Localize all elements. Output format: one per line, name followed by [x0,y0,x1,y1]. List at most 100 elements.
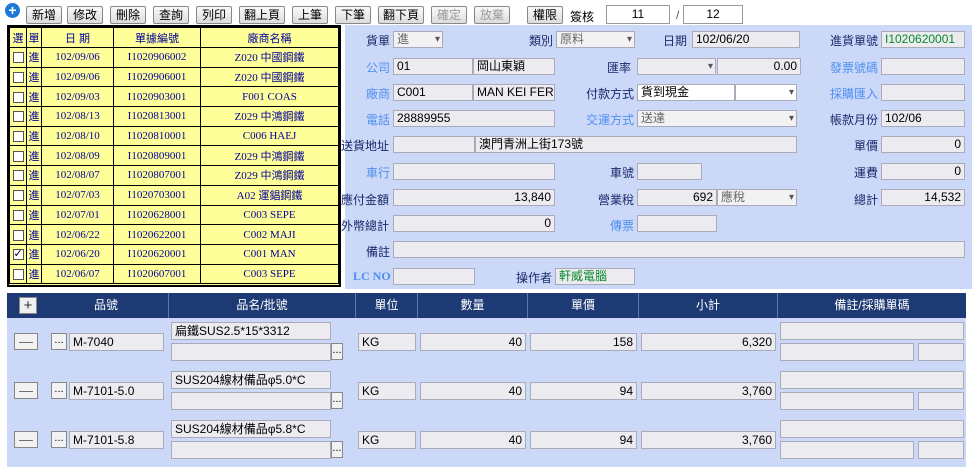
cancel-button[interactable]: 放棄 [474,6,510,24]
unit-field[interactable]: KG [358,431,416,449]
list-item-select[interactable] [9,263,27,285]
list-item[interactable]: 進 102/09/06 I1020906002 Z020 中國鋼鐵 [9,47,339,68]
list-item-select[interactable] [9,86,27,108]
select-checkbox[interactable] [12,52,24,64]
item-no-field[interactable]: M-7040 [69,333,164,351]
qty-field[interactable]: 40 [420,431,526,449]
list-item-select[interactable] [9,243,27,265]
list-item-select[interactable] [9,66,27,88]
list-item[interactable]: 進 102/06/22 I1020622001 C002 MAJI [9,224,339,245]
delete-button[interactable]: 刪除 [110,6,146,24]
item-name-field[interactable]: SUS204線材備品φ5.0*C [171,371,331,389]
batch-no-field[interactable] [171,392,331,410]
unit-field[interactable]: KG [358,333,416,351]
select-checkbox[interactable] [12,131,24,143]
page-up-button[interactable]: 翻上頁 [239,6,285,24]
list-item[interactable]: 進 102/06/07 I1020607001 C003 SEPE [9,263,339,285]
date-field[interactable]: 102/06/20 [692,31,800,48]
rate-field[interactable]: 0.00 [717,58,801,75]
list-item[interactable]: 進 102/08/13 I1020813001 Z029 中鴻鋼鐵 [9,106,339,127]
address-code-field[interactable] [393,136,475,153]
list-item-select[interactable] [9,145,27,167]
purchase-import-field[interactable] [881,84,965,101]
select-checkbox[interactable] [12,247,24,261]
page-current-field[interactable]: 11 [606,5,670,24]
voucher-field[interactable] [637,215,717,232]
qty-field[interactable]: 40 [420,382,526,400]
list-item[interactable]: 進 102/08/10 I1020810001 C006 HAEJ [9,125,339,147]
payment-field[interactable]: 貨到現金 [637,84,735,101]
lc-field[interactable] [393,268,475,285]
po-no-field[interactable] [780,343,914,361]
list-item-select[interactable] [9,106,27,127]
freight-field[interactable]: 0 [881,163,965,180]
batch-lookup-button[interactable]: ... [331,392,343,409]
batch-lookup-button[interactable]: ... [331,441,343,458]
price-field[interactable]: 94 [530,431,637,449]
price-field[interactable]: 158 [530,333,637,351]
row-note-field[interactable] [780,322,964,340]
list-item[interactable]: 進 102/07/01 I1020628001 C003 SEPE [9,204,339,226]
doc-type-select[interactable]: 進 [393,31,443,48]
list-item[interactable]: 進 102/09/06 I1020906001 Z020 中國鋼鐵 [9,66,339,88]
item-no-field[interactable]: M-7101-5.8 [69,431,164,449]
select-checkbox[interactable] [12,170,24,182]
select-checkbox[interactable] [12,229,24,241]
list-item[interactable]: 進 102/07/03 I1020703001 A02 運錩鋼鐵 [9,184,339,206]
select-checkbox[interactable] [12,111,24,123]
item-name-field[interactable]: 扁鐵SUS2.5*15*3312 [171,322,331,340]
remove-row-button[interactable]: — [14,382,38,399]
vehicle-field[interactable] [393,163,555,180]
item-no-field[interactable]: M-7101-5.0 [69,382,164,400]
po-seq-field[interactable] [918,343,964,361]
batch-lookup-button[interactable]: ... [331,343,343,360]
row-note-field[interactable] [780,371,964,389]
batch-no-field[interactable] [171,343,331,361]
remove-row-button[interactable]: — [14,333,38,350]
print-button[interactable]: 列印 [196,6,232,24]
select-checkbox[interactable] [12,72,24,83]
add-row-button[interactable]: + [19,297,37,314]
po-no-field[interactable] [780,392,914,410]
qty-field[interactable]: 40 [420,333,526,351]
list-item-select[interactable] [9,204,27,226]
add-circle-icon[interactable]: + [5,3,20,18]
remove-row-button[interactable]: — [14,431,38,448]
list-item-select[interactable] [9,165,27,186]
list-item-select[interactable] [9,224,27,245]
page-down-button[interactable]: 翻下頁 [378,6,424,24]
price-field[interactable]: 94 [530,382,637,400]
select-checkbox[interactable] [12,209,24,221]
payment-select[interactable] [735,84,797,101]
unit-field[interactable]: KG [358,382,416,400]
item-name-field[interactable]: SUS204線材備品φ5.8*C [171,420,331,438]
plate-field[interactable] [637,163,702,180]
item-lookup-button[interactable]: ... [51,382,67,399]
list-item[interactable]: 進 102/08/09 I1020809001 Z029 中鴻鋼鐵 [9,145,339,167]
vendor-code-field[interactable]: C001 [393,84,473,101]
prev-record-button[interactable]: 上筆 [292,6,328,24]
list-item-select[interactable] [9,47,27,68]
select-checkbox[interactable] [12,190,24,202]
company-code-field[interactable]: 01 [393,58,473,75]
row-note-field[interactable] [780,420,964,438]
list-item-select[interactable] [9,184,27,206]
note-field[interactable] [393,241,965,258]
list-item[interactable]: 進102/06/20I1020620001C001 MAN [9,243,339,265]
edit-button[interactable]: 修改 [67,6,103,24]
add-button[interactable]: 新增 [26,6,62,24]
query-button[interactable]: 查詢 [153,6,189,24]
confirm-button[interactable]: 確定 [431,6,467,24]
batch-no-field[interactable] [171,441,331,459]
list-item[interactable]: 進 102/09/03 I1020903001 F001 COAS [9,86,339,108]
list-item[interactable]: 進 102/08/07 I1020807001 Z029 中鴻鋼鐵 [9,165,339,186]
tax-type-select[interactable]: 應稅 [717,189,797,206]
po-no-field[interactable] [780,441,914,459]
next-record-button[interactable]: 下筆 [335,6,371,24]
po-seq-field[interactable] [918,441,964,459]
address-field[interactable]: 澳門青洲上街173號 [475,136,797,153]
select-checkbox[interactable] [12,91,24,103]
permission-button[interactable]: 權限 [527,6,563,24]
unit-price-field[interactable]: 0 [881,136,965,153]
po-seq-field[interactable] [918,392,964,410]
